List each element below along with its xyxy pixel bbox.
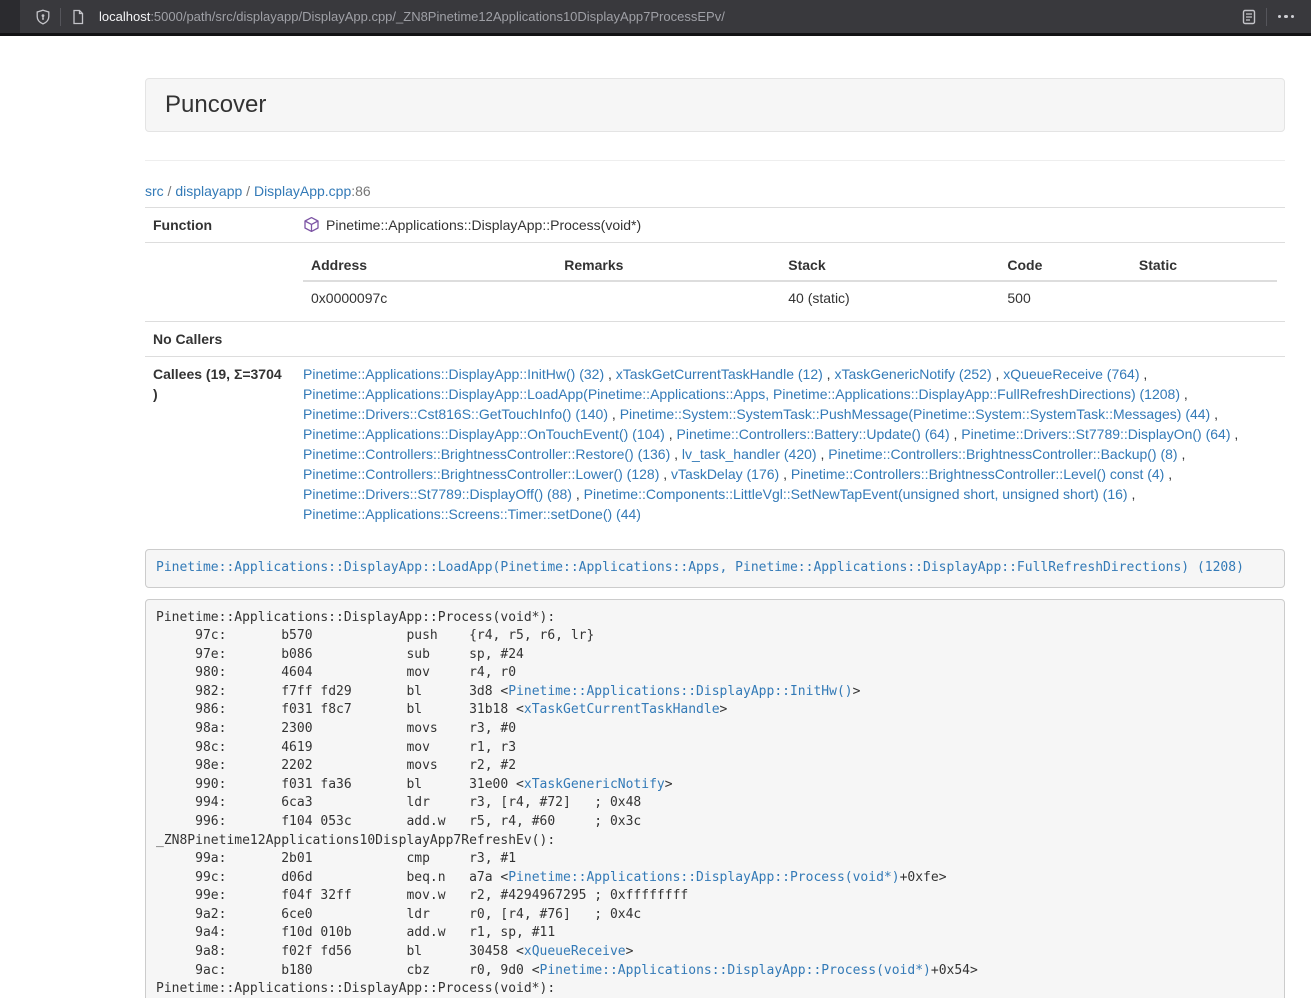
- stats-col-header: Static: [1131, 250, 1277, 281]
- dot: [1284, 15, 1288, 19]
- callee-link[interactable]: Pinetime::Drivers::Cst816S::GetTouchInfo…: [303, 406, 608, 422]
- page-icon: [65, 4, 91, 30]
- breadcrumb-link-src[interactable]: src: [145, 183, 164, 199]
- callee-link[interactable]: Pinetime::Controllers::BrightnessControl…: [791, 466, 1164, 482]
- callee-link[interactable]: Pinetime::Applications::DisplayApp::Load…: [303, 386, 1180, 402]
- stats-cell: [556, 281, 780, 314]
- function-stats-table: AddressRemarksStackCodeStatic 0x0000097c…: [303, 250, 1277, 314]
- function-cube-icon: [303, 216, 320, 233]
- empty-label-cell: [145, 243, 295, 322]
- stats-header-row: AddressRemarksStackCodeStatic: [303, 250, 1277, 281]
- no-callers-cell: [295, 322, 1285, 357]
- stats-col-header: Code: [999, 250, 1130, 281]
- breadcrumb-separator: /: [164, 183, 176, 199]
- reader-mode-icon[interactable]: [1236, 4, 1262, 30]
- function-row: Function Pinetime::Applications::Display…: [145, 208, 1285, 243]
- loadapp-link[interactable]: Pinetime::Applications::DisplayApp::Load…: [156, 560, 1244, 575]
- loadapp-snippet-box: Pinetime::Applications::DisplayApp::Load…: [145, 549, 1285, 588]
- function-label: Function: [145, 208, 295, 243]
- toolbar-divider-2: [1266, 8, 1267, 26]
- header-divider: [145, 160, 1285, 161]
- url-text[interactable]: localhost:5000/path/src/displayapp/Displ…: [99, 9, 725, 24]
- no-callers-label: No Callers: [145, 322, 295, 357]
- callee-link[interactable]: vTaskDelay (176): [671, 466, 779, 482]
- callee-link[interactable]: Pinetime::Applications::DisplayApp::Init…: [303, 366, 604, 382]
- breadcrumb-line-number: :86: [351, 183, 370, 199]
- stats-cell: 0x0000097c: [303, 281, 556, 314]
- callee-link[interactable]: Pinetime::System::SystemTask::PushMessag…: [620, 406, 1211, 422]
- app-header-panel: Puncover: [145, 78, 1285, 132]
- app-title: Puncover: [165, 92, 1265, 118]
- toolbar-divider: [60, 8, 61, 26]
- assembly-symbol-link[interactable]: Pinetime::Applications::DisplayApp::Proc…: [508, 870, 899, 885]
- function-table: Function Pinetime::Applications::Display…: [145, 207, 1285, 531]
- dot: [1278, 15, 1282, 19]
- stats-col-header: Remarks: [556, 250, 780, 281]
- stats-cell: 500: [999, 281, 1130, 314]
- callee-link[interactable]: Pinetime::Controllers::BrightnessControl…: [303, 466, 659, 482]
- assembly-symbol-link[interactable]: xTaskGenericNotify: [524, 777, 665, 792]
- function-name-cell: Pinetime::Applications::DisplayApp::Proc…: [295, 208, 1285, 243]
- callee-link[interactable]: Pinetime::Applications::DisplayApp::OnTo…: [303, 426, 665, 442]
- assembly-code: Pinetime::Applications::DisplayApp::Proc…: [145, 599, 1285, 998]
- assembly-symbol-link[interactable]: Pinetime::Applications::DisplayApp::Init…: [508, 684, 852, 699]
- function-stats-cell: AddressRemarksStackCodeStatic 0x0000097c…: [295, 243, 1285, 322]
- assembly-symbol-link[interactable]: xTaskGetCurrentTaskHandle: [524, 702, 720, 717]
- callees-list: Pinetime::Applications::DisplayApp::Init…: [295, 357, 1285, 532]
- shield-icon[interactable]: [30, 4, 56, 30]
- breadcrumb-link-file[interactable]: DisplayApp.cpp: [254, 183, 351, 199]
- browser-toolbar: localhost:5000/path/src/displayapp/Displ…: [0, 0, 1311, 36]
- stats-col-header: Stack: [780, 250, 999, 281]
- callee-link[interactable]: Pinetime::Controllers::BrightnessControl…: [828, 446, 1177, 462]
- callees-row: Callees (19, Σ=3704 ) Pinetime::Applicat…: [145, 357, 1285, 532]
- stats-cell: 40 (static): [780, 281, 999, 314]
- page-container: Puncover src / displayapp / DisplayApp.c…: [145, 78, 1285, 998]
- breadcrumb-separator: /: [242, 183, 254, 199]
- callee-link[interactable]: Pinetime::Drivers::St7789::DisplayOn() (…: [961, 426, 1230, 442]
- callee-link[interactable]: Pinetime::Applications::Screens::Timer::…: [303, 506, 641, 522]
- url-host: localhost: [99, 9, 150, 24]
- callee-link[interactable]: xTaskGetCurrentTaskHandle (12): [616, 366, 823, 382]
- assembly-symbol-link[interactable]: xQueueReceive: [524, 944, 626, 959]
- assembly-symbol-link[interactable]: Pinetime::Applications::DisplayApp::Proc…: [540, 963, 931, 978]
- callees-label: Callees (19, Σ=3704 ): [145, 357, 295, 532]
- breadcrumb: src / displayapp / DisplayApp.cpp:86: [145, 181, 1285, 201]
- stats-cell: [1131, 281, 1277, 314]
- stats-value-row: 0x0000097c 40 (static)500: [303, 281, 1277, 314]
- callee-link[interactable]: lv_task_handler (420): [682, 446, 817, 462]
- stats-col-header: Address: [303, 250, 556, 281]
- breadcrumb-link-displayapp[interactable]: displayapp: [175, 183, 242, 199]
- more-options-icon[interactable]: [1271, 4, 1301, 30]
- function-name: Pinetime::Applications::DisplayApp::Proc…: [326, 217, 641, 233]
- callee-link[interactable]: Pinetime::Controllers::BrightnessControl…: [303, 446, 670, 462]
- url-path: :5000/path/src/displayapp/DisplayApp.cpp…: [150, 9, 725, 24]
- no-callers-row: No Callers: [145, 322, 1285, 357]
- url-bar[interactable]: localhost:5000/path/src/displayapp/Displ…: [20, 0, 1311, 33]
- callee-link[interactable]: Pinetime::Drivers::St7789::DisplayOff() …: [303, 486, 572, 502]
- dot: [1291, 15, 1295, 19]
- callee-link[interactable]: xTaskGenericNotify (252): [834, 366, 991, 382]
- callee-link[interactable]: Pinetime::Controllers::Battery::Update()…: [677, 426, 950, 442]
- callee-link[interactable]: Pinetime::Components::LittleVgl::SetNewT…: [584, 486, 1128, 502]
- function-details-row: AddressRemarksStackCodeStatic 0x0000097c…: [145, 243, 1285, 322]
- callee-link[interactable]: xQueueReceive (764): [1003, 366, 1139, 382]
